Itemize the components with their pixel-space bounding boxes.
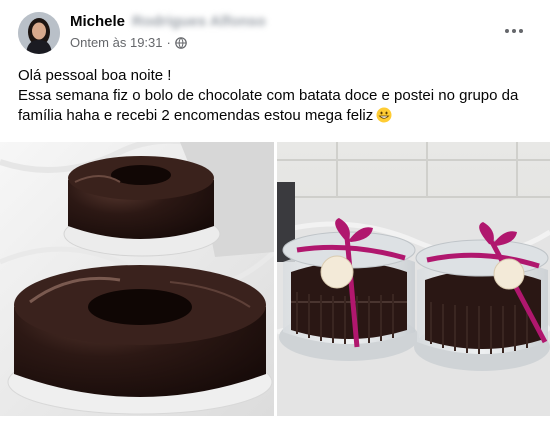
post-photos xyxy=(0,142,550,416)
post-text-line-1: Olá pessoal boa noite ! xyxy=(18,67,172,84)
author-avatar[interactable] xyxy=(18,12,60,54)
meta-separator: · xyxy=(166,35,171,50)
facebook-post: Michele Rodrigues Alfonso Ontem às 19:31… xyxy=(0,0,550,422)
photo-packaged-cakes[interactable] xyxy=(277,142,550,416)
post-meta: Ontem às 19:31 · xyxy=(70,35,187,50)
dot xyxy=(519,29,523,33)
grinning-face-emoji-icon xyxy=(376,107,392,123)
photo-bundt-cakes[interactable] xyxy=(0,142,274,416)
post-header: Michele Rodrigues Alfonso Ontem às 19:31… xyxy=(0,0,550,62)
author-surname-blurred: Rodrigues Alfonso xyxy=(132,13,266,30)
post-timestamp[interactable]: Ontem às 19:31 xyxy=(70,35,163,50)
post-text-line-2: Essa semana fiz o bolo de chocolate com … xyxy=(18,87,519,124)
more-options-icon[interactable] xyxy=(500,20,528,42)
globe-icon[interactable] xyxy=(175,36,187,49)
dot xyxy=(512,29,516,33)
post-text: Olá pessoal boa noite ! Essa semana fiz … xyxy=(18,66,533,126)
dot xyxy=(505,29,509,33)
author-name[interactable]: Michele xyxy=(70,13,125,30)
